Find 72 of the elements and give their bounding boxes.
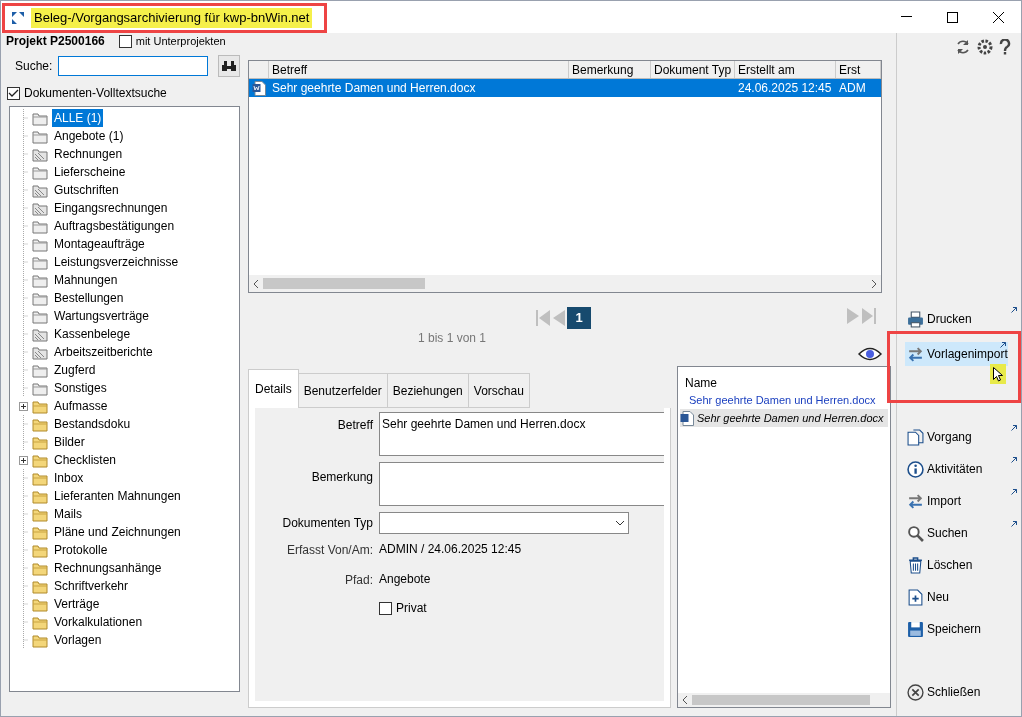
tree-item[interactable]: ALLE (1) <box>52 109 104 127</box>
tree-item[interactable]: Kassenbelege <box>52 325 133 343</box>
file-link[interactable]: Sehr geehrte Damen und Herren.docx <box>689 391 876 409</box>
column-header: Name <box>684 375 718 391</box>
tree-item[interactable]: Checklisten <box>52 451 119 469</box>
column-header[interactable]: Bemerkung <box>569 61 651 78</box>
action-button[interactable]: Neu <box>905 585 1019 609</box>
action-button[interactable]: Drucken <box>905 307 1019 331</box>
column-header[interactable]: Erst <box>836 61 881 78</box>
action-button[interactable]: Suchen <box>905 521 1019 545</box>
checkbox-label: mit Unterprojekten <box>135 33 226 49</box>
tree-item[interactable]: Protokolle <box>52 541 110 559</box>
field-label: Pfad: <box>343 572 373 589</box>
tree-item[interactable]: Gutschriften <box>52 181 121 199</box>
tree-item[interactable]: Inbox <box>52 469 86 487</box>
tree-item[interactable]: Rechnungsanhänge <box>52 559 164 577</box>
search-label: Suche: <box>15 58 53 75</box>
action-button[interactable]: Schließen <box>905 680 1019 704</box>
action-button[interactable]: Vorlagenimport <box>905 342 1008 366</box>
tree-item[interactable]: Bilder <box>52 433 87 451</box>
tree-item[interactable]: Lieferanten Mahnungen <box>52 487 183 505</box>
tree-item[interactable]: Zugferd <box>52 361 98 379</box>
column-header[interactable]: Dokument Typ <box>651 61 735 78</box>
checkbox-label: Dokumenten-Volltextsuche <box>24 85 167 102</box>
tree-item[interactable]: Sonstiges <box>52 379 109 397</box>
tree-item[interactable]: Mahnungen <box>52 271 120 289</box>
table-cell: ADM <box>839 81 866 95</box>
tab[interactable]: Vorschau <box>468 373 530 408</box>
tree-item[interactable]: Bestellungen <box>52 289 126 307</box>
column-header[interactable]: Betreff <box>269 61 569 78</box>
column-header[interactable]: Erstellt am <box>735 61 836 78</box>
action-button[interactable]: Speichern <box>905 617 1019 641</box>
checkbox-label: Privat <box>396 600 427 617</box>
tree-item[interactable]: Wartungsverträge <box>52 307 151 325</box>
table-cell: Sehr geehrte Damen und Herren.docx <box>272 81 476 95</box>
field-label: Bemerkung <box>310 469 373 486</box>
tree-item[interactable]: Aufmasse <box>52 397 110 415</box>
tree-item[interactable]: Montageaufträge <box>52 235 147 253</box>
tab[interactable]: Details <box>248 369 299 408</box>
action-button[interactable]: Vorgang <box>905 425 1019 449</box>
tree-item[interactable]: Eingangsrechnungen <box>52 199 170 217</box>
tree-item[interactable]: Pläne und Zeichnungen <box>52 523 183 541</box>
tree-item[interactable]: Vorkalkulationen <box>52 613 145 631</box>
tree-item[interactable]: Lieferscheine <box>52 163 128 181</box>
tree-item[interactable]: Schriftverkehr <box>52 577 131 595</box>
action-button[interactable]: Löschen <box>905 553 1019 577</box>
field-label: Erfasst Von/Am: <box>285 542 373 559</box>
tree-item[interactable]: Mails <box>52 505 84 523</box>
table-cell: 24.06.2025 12:45 <box>738 81 832 95</box>
tree-item[interactable]: Rechnungen <box>52 145 125 163</box>
tree-item[interactable]: Arbeitszeitberichte <box>52 343 155 361</box>
field-label: Betreff <box>336 417 373 434</box>
tree-item[interactable]: Vorlagen <box>52 631 104 649</box>
tab[interactable]: Beziehungen <box>387 373 469 408</box>
tab[interactable]: Benutzerfelder <box>298 373 388 408</box>
action-button[interactable]: Import <box>905 489 1019 513</box>
file-item[interactable]: Sehr geehrte Damen und Herren.docx <box>680 409 888 427</box>
subject-field[interactable]: Sehr geehrte Damen und Herren.docx <box>379 412 664 456</box>
project-title: Projekt P2500166 <box>6 33 105 50</box>
field-value: Angebote <box>379 571 432 588</box>
tree-item[interactable]: Auftragsbestätigungen <box>52 217 177 235</box>
action-button[interactable]: Aktivitäten <box>905 457 1019 481</box>
page-number[interactable]: 1 <box>567 307 591 329</box>
table-row[interactable]: Sehr geehrte Damen und Herren.docx 24.06.2025 12:45 ADM <box>249 79 881 97</box>
tree-item[interactable]: Leistungsverzeichnisse <box>52 253 181 271</box>
field-value: ADMIN / 24.06.2025 12:45 <box>379 541 523 558</box>
field-label: Dokumenten Typ <box>281 515 373 532</box>
window-title: Beleg-/Vorgangsarchivierung für kwp-bnWin.net <box>31 8 313 28</box>
tree-item[interactable]: Verträge <box>52 595 102 613</box>
result-count: 1 bis 1 von 1 <box>418 330 487 347</box>
tree-item[interactable]: Bestandsdoku <box>52 415 133 433</box>
tree-item[interactable]: Angebote (1) <box>52 127 126 145</box>
